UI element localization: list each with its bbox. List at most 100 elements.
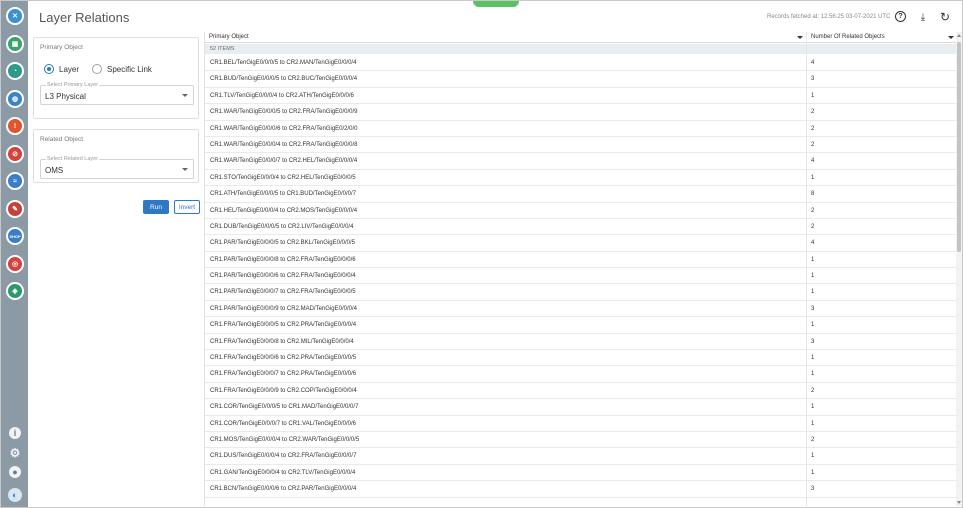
alert-icon[interactable]: ! — [6, 117, 24, 135]
table-row[interactable]: CR1.PAR/TenGigE0/0/0/8 to CR2.FRA/TenGig… — [205, 252, 957, 269]
table-row[interactable]: CR1.PAR/TenGigE0/0/0/9 to CR2.MAD/TenGig… — [205, 301, 957, 318]
globe-icon[interactable]: ◍ — [6, 89, 24, 108]
scrollbar-thumb[interactable] — [957, 42, 961, 252]
table-row[interactable]: CR1.FRA/TenGigE0/0/0/5 to CR2.PRA/TenGig… — [205, 317, 957, 334]
table-row[interactable]: CR1.WAR/TenGigE0/0/0/5 to CR2.FRA/TenGig… — [205, 104, 957, 121]
cell-primary-object: CR1.TLV/TenGigE0/0/0/4 to CR2.ATH/TenGig… — [210, 92, 354, 99]
user-icon[interactable]: ● — [9, 466, 21, 478]
table-row[interactable]: CR1.FRA/TenGigE0/0/0/9 to CR2.COP/TenGig… — [205, 383, 957, 400]
table-row[interactable]: CR1.DUB/TenGigE0/0/0/5 to CR2.LIV/TenGig… — [205, 219, 957, 236]
cell-primary-object: CR1.FRA/TenGigE0/0/0/7 to CR2.PRA/TenGig… — [210, 371, 357, 378]
radio-layer[interactable]: Layer — [44, 64, 79, 74]
table-row[interactable]: CR1.DUS/TenGigE0/0/0/4 to CR2.FRA/TenGig… — [205, 448, 957, 465]
radio-circle[interactable] — [44, 64, 54, 74]
select-label: Select Primary Layer — [46, 82, 100, 88]
cell-related-count: 1 — [811, 256, 815, 263]
cell-related-count: 4 — [811, 60, 815, 66]
logo-icon[interactable]: ✕ — [6, 7, 24, 25]
sort-caret-icon[interactable] — [948, 36, 954, 39]
cell-primary-object: CR1.DUS/TenGigE0/0/0/4 to CR2.FRA/TenGig… — [210, 453, 357, 460]
cell-primary-object: CR1.PAR/TenGigE0/0/0/9 to CR2.MAD/TenGig… — [210, 305, 357, 312]
table-row[interactable]: CR1.COR/TenGigE0/0/0/7 to CR1.VAL/TenGig… — [205, 416, 957, 432]
radio-label: Specific Link — [107, 64, 152, 74]
table-body: CR1.BEL/TenGigE0/0/0/5 to CR2.MAN/TenGig… — [205, 55, 957, 498]
table-row[interactable]: CR1.WAR/TenGigE0/0/0/7 to CR2.HEL/TenGig… — [205, 153, 957, 170]
layers-icon[interactable]: ◈ — [6, 282, 24, 300]
gauge-icon[interactable]: ◔ — [6, 62, 24, 80]
table-row[interactable]: CR1.BUD/TenGigE0/0/0/5 to CR2.BUC/TenGig… — [205, 71, 957, 88]
table-row[interactable]: CR1.TLV/TenGigE0/0/0/4 to CR2.ATH/TenGig… — [205, 88, 957, 105]
panel-title: Primary Object — [40, 44, 83, 51]
table-row[interactable]: CR1.PAR/TenGigE0/0/0/5 to CR2.BKL/TenGig… — [205, 235, 957, 252]
table-row[interactable]: CR1.FRA/TenGigE0/0/0/8 to CR2.MIL/TenGig… — [205, 334, 957, 351]
relations-table: Primary Object Number Of Related Objects… — [204, 32, 957, 506]
scroll-up-arrow[interactable] — [957, 34, 961, 37]
shop-icon[interactable]: SHOP — [6, 227, 24, 245]
cell-primary-object: CR1.GAN/TenGigE0/0/0/4 to CR2.TLV/TenGig… — [210, 469, 356, 476]
cell-primary-object: CR1.FRA/TenGigE0/0/0/6 to CR2.PRA/TenGig… — [210, 355, 357, 362]
download-icon[interactable]: ⤓ — [917, 11, 929, 23]
table-row[interactable]: CR1.WAR/TenGigE0/0/0/6 to CR2.FRA/TenGig… — [205, 121, 957, 137]
table-row[interactable]: CR1.BCN/TenGigE0/0/0/6 to CR2.PAR/TenGig… — [205, 481, 957, 498]
cell-related-count: 2 — [811, 223, 815, 230]
table-row[interactable]: CR1.MOS/TenGigE0/0/0/4 to CR2.WAR/TenGig… — [205, 432, 957, 449]
help-icon[interactable]: ? — [895, 11, 906, 22]
invert-button[interactable]: Invert — [174, 200, 200, 214]
table-row[interactable]: CR1.HEL/TenGigE0/0/0/4 to CR2.MOS/TenGig… — [205, 203, 957, 219]
table-row[interactable]: CR1.ATH/TenGigE0/0/0/5 to CR1.BUD/TenGig… — [205, 186, 957, 203]
cell-primary-object: CR1.DUB/TenGigE0/0/0/5 to CR2.LIV/TenGig… — [210, 223, 354, 230]
info-icon[interactable]: i — [9, 427, 21, 439]
table-row[interactable]: CR1.GAN/TenGigE0/0/0/4 to CR2.TLV/TenGig… — [205, 465, 957, 482]
table-row[interactable]: CR1.PAR/TenGigE0/0/0/7 to CR2.FRA/TenGig… — [205, 284, 957, 301]
table-row[interactable]: CR1.FRA/TenGigE0/0/0/7 to CR2.PRA/TenGig… — [205, 366, 957, 383]
table-row[interactable]: CR1.BEL/TenGigE0/0/0/5 to CR2.MAN/TenGig… — [205, 55, 957, 72]
no-entry-icon[interactable]: ⊘ — [6, 144, 24, 163]
cell-primary-object: CR1.BCN/TenGigE0/0/0/6 to CR2.PAR/TenGig… — [210, 486, 357, 493]
scroll-down-arrow[interactable] — [957, 501, 961, 504]
cell-related-count: 2 — [811, 387, 815, 394]
related-layer-select[interactable]: Select Related Layer OMS — [40, 156, 194, 179]
cell-related-count: 8 — [811, 191, 815, 198]
sort-caret-icon[interactable] — [797, 36, 803, 39]
table-row[interactable]: CR1.COR/TenGigE0/0/0/5 to CR1.MAD/TenGig… — [205, 399, 957, 416]
cell-primary-object: CR1.STO/TenGigE0/0/0/4 to CR2.HEL/TenGig… — [210, 174, 356, 181]
radar-icon[interactable]: ◎ — [6, 254, 24, 273]
radio-circle[interactable] — [92, 64, 102, 74]
cell-related-count: 1 — [811, 371, 815, 378]
chevron-down-icon — [182, 168, 188, 171]
cell-primary-object: CR1.WAR/TenGigE0/0/0/4 to CR2.FRA/TenGig… — [210, 141, 358, 148]
wave-icon[interactable]: ≈ — [6, 172, 24, 190]
select-value: L3 Physical — [45, 92, 86, 101]
left-nav-rail: ✕ ▣ ◔ ◍! ⊘ ≈ ✎ SHOP ◎ ◈ i ⚙ ● ◐ — [1, 1, 28, 507]
primary-object-panel: Primary Object Layer Specific Link Selec… — [33, 37, 199, 119]
cell-related-count: 3 — [811, 486, 815, 493]
cell-primary-object: CR1.BUD/TenGigE0/0/0/5 to CR2.BUC/TenGig… — [210, 76, 358, 83]
column-header-label: Primary Object — [209, 34, 249, 40]
tools-icon[interactable]: ✎ — [6, 199, 24, 218]
cell-related-count: 1 — [811, 174, 815, 181]
top-pull-tab[interactable] — [473, 1, 519, 7]
radio-specific-link[interactable]: Specific Link — [92, 64, 152, 74]
refresh-icon[interactable]: ↻ — [939, 10, 951, 24]
cell-primary-object: CR1.COR/TenGigE0/0/0/7 to CR1.VAL/TenGig… — [210, 420, 356, 427]
table-row[interactable]: CR1.FRA/TenGigE0/0/0/6 to CR2.PRA/TenGig… — [205, 350, 957, 367]
table-row[interactable]: CR1.WAR/TenGigE0/0/0/4 to CR2.FRA/TenGig… — [205, 137, 957, 154]
vertical-scrollbar[interactable] — [956, 32, 962, 506]
table-row[interactable]: CR1.PAR/TenGigE0/0/0/6 to CR2.FRA/TenGig… — [205, 268, 957, 285]
cell-primary-object: CR1.HEL/TenGigE0/0/0/4 to CR2.MOS/TenGig… — [210, 207, 358, 214]
gear-icon[interactable]: ⚙ — [9, 446, 21, 460]
cell-primary-object: CR1.FRA/TenGigE0/0/0/5 to CR2.PRA/TenGig… — [210, 322, 357, 329]
cell-related-count: 1 — [811, 92, 815, 99]
cell-related-count: 1 — [811, 453, 815, 460]
page-title: Layer Relations — [39, 10, 130, 25]
run-button[interactable]: Run — [143, 200, 169, 214]
document-icon[interactable]: ▣ — [6, 34, 24, 53]
cell-primary-object: CR1.BEL/TenGigE0/0/0/5 to CR2.MAN/TenGig… — [210, 60, 357, 66]
cell-related-count: 1 — [811, 355, 815, 362]
column-header-related-count[interactable]: Number Of Related Objects — [807, 32, 957, 43]
primary-layer-select[interactable]: Select Primary Layer L3 Physical — [40, 82, 194, 105]
table-row[interactable]: CR1.STO/TenGigE0/0/0/4 to CR2.HEL/TenGig… — [205, 170, 957, 187]
column-header-primary-object[interactable]: Primary Object — [205, 32, 806, 43]
cell-related-count: 3 — [811, 76, 815, 83]
items-count-bar: 52 ITEMS — [205, 44, 957, 54]
